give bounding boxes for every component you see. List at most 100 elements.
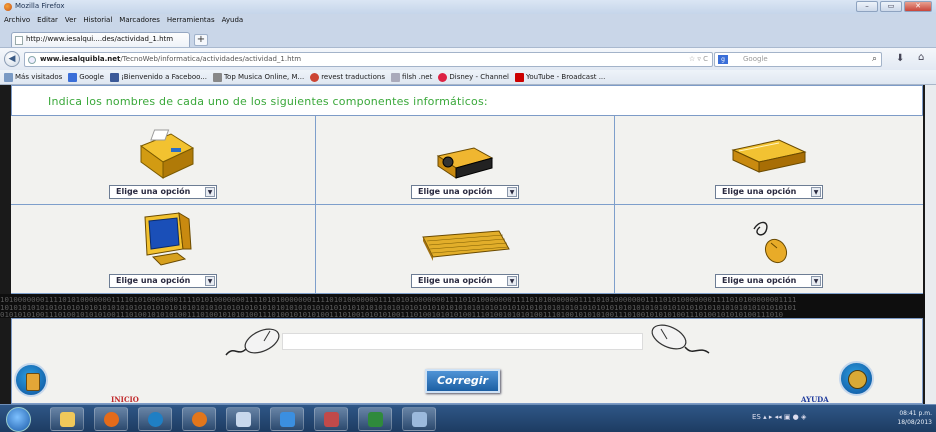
vertical-scrollbar[interactable] <box>925 85 936 404</box>
projector-icon <box>436 147 494 179</box>
minimize-button[interactable]: – <box>856 1 878 12</box>
answer-select[interactable]: Elige una opción ▼ <box>109 274 217 288</box>
answer-select[interactable]: Elige una opción ▼ <box>411 185 519 199</box>
bookmark-label: YouTube - Broadcast ... <box>525 73 606 81</box>
menu-historial[interactable]: Historial <box>83 14 112 26</box>
help-button-icon[interactable] <box>839 361 874 396</box>
select-value: Elige una opción <box>722 276 797 285</box>
chevron-down-icon[interactable]: ▼ <box>205 187 215 197</box>
taskbar-firefox[interactable] <box>182 407 216 431</box>
select-value: Elige una opción <box>418 187 493 196</box>
bookmark-item[interactable]: filsh .net <box>390 72 433 82</box>
globe-icon <box>28 56 36 64</box>
menu-editar[interactable]: Editar <box>37 14 58 26</box>
chevron-down-icon[interactable]: ▼ <box>205 276 215 286</box>
search-input[interactable]: g Google ⌕ <box>714 52 882 67</box>
chevron-down-icon[interactable]: ▼ <box>507 276 517 286</box>
monitor-icon <box>144 212 192 266</box>
menu-bar: Archivo Editar Ver Historial Marcadores … <box>0 14 243 26</box>
app-icon <box>148 412 163 427</box>
maximize-button[interactable]: ▭ <box>880 1 902 12</box>
component-cell: Elige una opción ▼ <box>11 116 316 205</box>
bookmark-item[interactable]: Más visitados <box>4 72 63 82</box>
taskbar-media[interactable] <box>94 407 128 431</box>
url-controls[interactable]: ☆ ▿ C <box>689 55 708 63</box>
new-tab-button[interactable]: + <box>194 34 208 46</box>
media-player-icon <box>104 412 119 427</box>
menu-marcadores[interactable]: Marcadores <box>119 14 160 26</box>
answer-select[interactable]: Elige una opción ▼ <box>109 185 217 199</box>
binary-strip: 1010000000111101010000000111101010000000… <box>0 294 936 318</box>
answer-select[interactable]: Elige una opción ▼ <box>411 274 519 288</box>
bookmark-item[interactable]: revest traductions <box>310 72 385 82</box>
taskbar-app[interactable] <box>270 407 304 431</box>
tab-bar: http://www.iesalqui....des/actividad_1.h… <box>0 26 936 47</box>
chevron-down-icon[interactable]: ▼ <box>507 187 517 197</box>
menu-archivo[interactable]: Archivo <box>4 14 30 26</box>
start-button[interactable] <box>6 407 31 432</box>
menu-ayuda[interactable]: Ayuda <box>222 14 244 26</box>
download-icon[interactable]: ⬇ <box>896 53 904 64</box>
bookmark-item[interactable]: YouTube - Broadcast ... <box>514 72 606 82</box>
taskbar-app[interactable] <box>138 407 172 431</box>
bookmark-item[interactable]: ¡Bienvenido a Faceboo... <box>109 72 207 82</box>
corregir-button[interactable]: Corregir <box>425 369 500 393</box>
google-icon[interactable]: g <box>718 55 728 64</box>
url-path: /TecnoWeb/informatica/actividades/activi… <box>120 55 302 63</box>
bookmark-item[interactable]: Disney - Channel <box>438 72 509 82</box>
app-icon <box>280 412 295 427</box>
bookmark-item[interactable]: Top Musica Online, M... <box>212 72 304 82</box>
home-button-icon[interactable] <box>14 363 48 397</box>
url-bar[interactable]: www.iesalquibla.net/TecnoWeb/informatica… <box>24 52 713 67</box>
menu-ver[interactable]: Ver <box>65 14 76 26</box>
firefox-logo-icon <box>4 3 12 11</box>
bookmark-icon <box>438 72 448 82</box>
clock-date: 18/08/2013 <box>897 419 932 426</box>
close-button[interactable]: ✕ <box>904 1 932 12</box>
clock[interactable]: 08:41 p.m. 18/08/2013 <box>897 409 932 427</box>
bookmark-label: Más visitados <box>15 73 63 81</box>
app-icon <box>324 412 339 427</box>
select-value: Elige una opción <box>418 276 493 285</box>
tab-actividad[interactable]: http://www.iesalqui....des/actividad_1.h… <box>11 32 190 47</box>
chevron-down-icon[interactable]: ▼ <box>811 187 821 197</box>
bookmark-label: revest traductions <box>321 73 385 81</box>
answer-select[interactable]: Elige una opción ▼ <box>715 274 823 288</box>
taskbar-excel[interactable] <box>358 407 392 431</box>
components-grid: Elige una opción ▼ Elige una opción ▼ Elig… <box>11 116 923 294</box>
taskbar-explorer[interactable] <box>50 407 84 431</box>
ayuda-link[interactable]: AYUDA <box>801 395 829 404</box>
search-icon[interactable]: ⌕ <box>872 54 877 64</box>
binary-row: 0101010100111010010101010011101001010101… <box>0 310 784 318</box>
mouse-decoration-icon <box>651 324 710 354</box>
navigation-bar: ◀ www.iesalquibla.net/TecnoWeb/informati… <box>0 47 936 70</box>
chevron-down-icon[interactable]: ▼ <box>811 276 821 286</box>
window-title: Mozilla Firefox <box>15 2 65 10</box>
component-cell: Elige una opción ▼ <box>11 205 316 294</box>
bookmark-icon <box>4 72 13 82</box>
home-icon[interactable]: ⌂ <box>918 52 924 63</box>
taskbar: ES ▴ ▸ ◂◂ ▣ ● ◈ 08:41 p.m. 18/08/2013 <box>0 404 936 432</box>
mouse-decoration-icon <box>225 328 280 356</box>
taskbar-document[interactable] <box>226 407 260 431</box>
select-value: Elige una opción <box>722 187 797 196</box>
bookmarks-bar: Más visitados Google ¡Bienvenido a Faceb… <box>0 70 936 85</box>
inicio-link[interactable]: INICIO <box>111 395 139 404</box>
bookmark-icon <box>68 72 78 82</box>
back-button[interactable]: ◀ <box>4 51 20 67</box>
menu-herramientas[interactable]: Herramientas <box>167 14 215 26</box>
page-content: Indica los nombres de cada uno de los si… <box>0 85 936 404</box>
excel-icon <box>368 412 383 427</box>
folder-icon <box>60 412 75 427</box>
bookmark-label: filsh .net <box>401 73 433 81</box>
bookmark-item[interactable]: Google <box>68 72 104 82</box>
taskbar-paint[interactable] <box>402 407 436 431</box>
bottom-panel: INICIO Corregir AYUDA <box>11 318 923 404</box>
language-indicator[interactable]: ES <box>752 413 761 421</box>
answer-select[interactable]: Elige una opción ▼ <box>715 185 823 199</box>
url-domain: www.iesalquibla.net <box>40 55 121 63</box>
feedback-field <box>282 333 643 350</box>
question-header: Indica los nombres de cada uno de los si… <box>11 85 923 116</box>
taskbar-app[interactable] <box>314 407 348 431</box>
system-tray[interactable]: ES ▴ ▸ ◂◂ ▣ ● ◈ <box>752 413 806 421</box>
